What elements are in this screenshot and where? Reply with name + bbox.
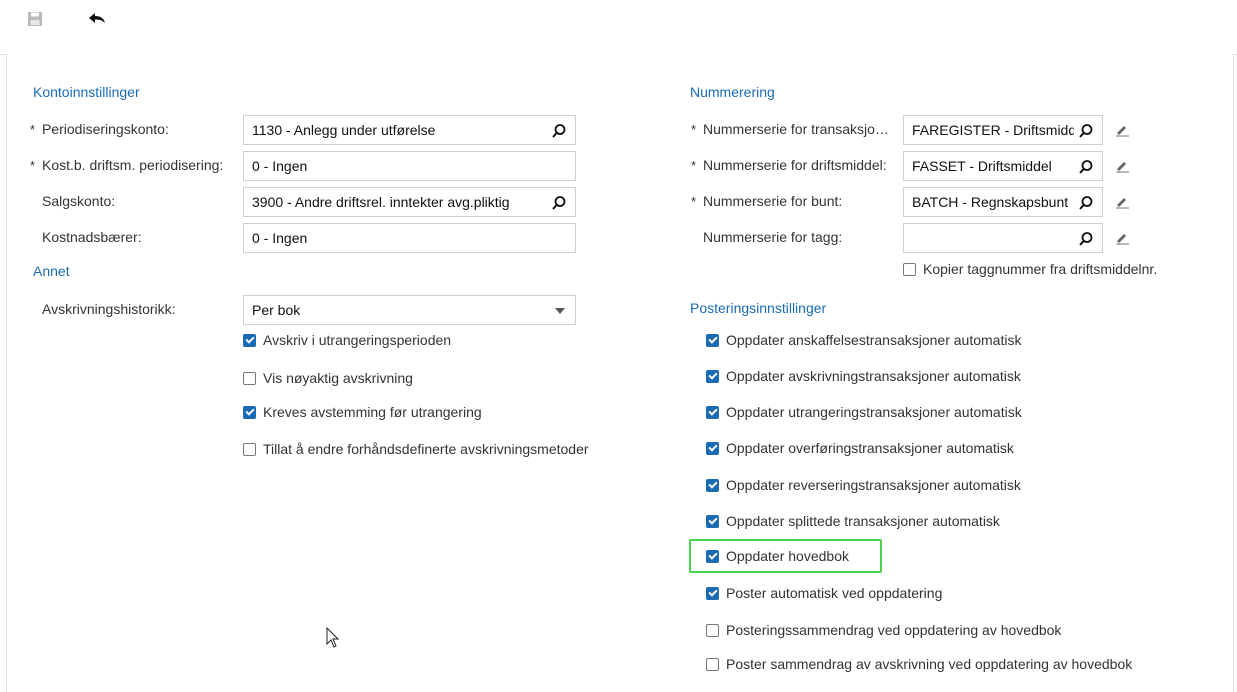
field-label-kostnadsbaerer: Kostnadsbærer: xyxy=(42,229,142,245)
search-icon[interactable] xyxy=(1078,195,1094,211)
checkbox-splittede[interactable]: Oppdater splittede transaksjoner automat… xyxy=(706,513,1000,529)
edit-icon[interactable] xyxy=(1114,230,1130,246)
checkbox-poster-sammendrag[interactable]: Poster sammendrag av avskrivning ved opp… xyxy=(706,656,1132,672)
search-icon[interactable] xyxy=(551,195,567,211)
checkbox-poster-automatisk[interactable]: Poster automatisk ved oppdatering xyxy=(706,585,942,601)
checkbox-posteringssammendrag[interactable]: Posteringssammendrag ved oppdatering av … xyxy=(706,622,1061,638)
checkbox-avskrivning[interactable]: Oppdater avskrivningstransaksjoner autom… xyxy=(706,368,1021,384)
checkbox[interactable] xyxy=(903,262,916,276)
nummerserie-bunt-input[interactable]: BATCH - Regnskapsbunt xyxy=(903,187,1103,217)
edit-icon[interactable] xyxy=(1114,158,1130,174)
field-label-avskrivningshistorikk: Avskrivningshistorikk: xyxy=(42,301,176,317)
checkbox[interactable] xyxy=(706,586,719,600)
search-icon[interactable] xyxy=(1078,159,1094,175)
nummerserie-driftsmiddel-input[interactable]: FASSET - Driftsmiddel xyxy=(903,151,1103,181)
checkbox[interactable] xyxy=(706,441,719,455)
chevron-down-icon[interactable] xyxy=(555,308,565,314)
checkbox[interactable] xyxy=(243,333,256,347)
edit-icon[interactable] xyxy=(1114,122,1130,138)
section-title-posteringsinnstillinger: Posteringsinnstillinger xyxy=(690,300,827,316)
checkbox[interactable] xyxy=(706,333,719,347)
checkbox[interactable] xyxy=(706,514,719,528)
checkbox-utrangering[interactable]: Oppdater utrangeringstransaksjoner autom… xyxy=(706,404,1022,420)
checkbox-overforing[interactable]: Oppdater overføringstransaksjoner automa… xyxy=(706,440,1014,456)
undo-button[interactable] xyxy=(86,8,108,30)
checkbox[interactable] xyxy=(706,478,719,492)
section-title-nummerering: Nummerering xyxy=(690,84,775,100)
field-label-nummerserie-tagg: Nummerserie for tagg: xyxy=(703,229,843,245)
save-icon xyxy=(28,12,42,26)
checkbox-vis-noyaktig[interactable]: Vis nøyaktig avskrivning xyxy=(243,370,413,386)
section-title-annet: Annet xyxy=(33,263,70,279)
checkbox-kreves-avstemming[interactable]: Kreves avstemming før utrangering xyxy=(243,404,482,420)
edit-icon[interactable] xyxy=(1114,194,1130,210)
field-label-nummerserie-bunt: * Nummerserie for bunt: xyxy=(691,193,843,209)
undo-icon xyxy=(89,13,105,23)
search-icon[interactable] xyxy=(1078,123,1094,139)
avskrivningshistorikk-select[interactable]: Per bok xyxy=(243,295,576,325)
settings-panel xyxy=(6,54,1234,692)
checkbox[interactable] xyxy=(243,371,256,385)
salgskonto-input[interactable]: 3900 - Andre driftsrel. inntekter avg.pl… xyxy=(243,187,576,217)
field-label-kost-b-driftsm: * Kost.b. driftsm. periodisering: xyxy=(30,157,224,173)
kostnadsbaerer-input[interactable]: 0 - Ingen xyxy=(243,223,576,253)
checkbox[interactable] xyxy=(706,369,719,383)
mouse-cursor-icon xyxy=(326,627,340,648)
checkbox-tillat-endre[interactable]: Tillat å endre forhåndsdefinerte avskriv… xyxy=(243,441,589,457)
section-title-kontoinnstillinger: Kontoinnstillinger xyxy=(33,84,140,100)
checkbox-oppdater-hovedbok[interactable]: Oppdater hovedbok xyxy=(706,548,849,564)
save-button[interactable] xyxy=(24,8,46,30)
checkbox-anskaffelse[interactable]: Oppdater anskaffelsestransaksjoner autom… xyxy=(706,332,1021,348)
field-label-salgskonto: Salgskonto: xyxy=(42,193,116,209)
checkbox[interactable] xyxy=(243,405,256,419)
checkbox-kopier-taggnummer[interactable]: Kopier taggnummer fra driftsmiddelnr. xyxy=(903,261,1157,277)
checkbox[interactable] xyxy=(243,442,256,456)
checkbox-avskriv-utrangering[interactable]: Avskriv i utrangeringsperioden xyxy=(243,332,451,348)
periodiseringskonto-input[interactable]: 1130 - Anlegg under utførelse xyxy=(243,115,576,145)
checkbox-reversering[interactable]: Oppdater reverseringstransaksjoner autom… xyxy=(706,477,1021,493)
checkbox[interactable] xyxy=(706,623,719,637)
checkbox[interactable] xyxy=(706,549,719,563)
nummerserie-transaksjoner-input[interactable]: FAREGISTER - Driftsmiddelregister xyxy=(903,115,1103,145)
nummerserie-tagg-input[interactable] xyxy=(903,223,1103,253)
field-label-nummerserie-driftsmiddel: * Nummerserie for driftsmiddel: xyxy=(691,157,887,173)
checkbox[interactable] xyxy=(706,405,719,419)
checkbox[interactable] xyxy=(706,657,719,671)
search-icon[interactable] xyxy=(551,123,567,139)
field-label-periodiseringskonto: * Periodiseringskonto: xyxy=(30,121,169,137)
kost-b-driftsm-input[interactable]: 0 - Ingen xyxy=(243,151,576,181)
field-label-nummerserie-transaksjoner: * Nummerserie for transaksjoner: xyxy=(691,121,896,137)
search-icon[interactable] xyxy=(1078,231,1094,247)
toolbar xyxy=(0,0,1237,55)
